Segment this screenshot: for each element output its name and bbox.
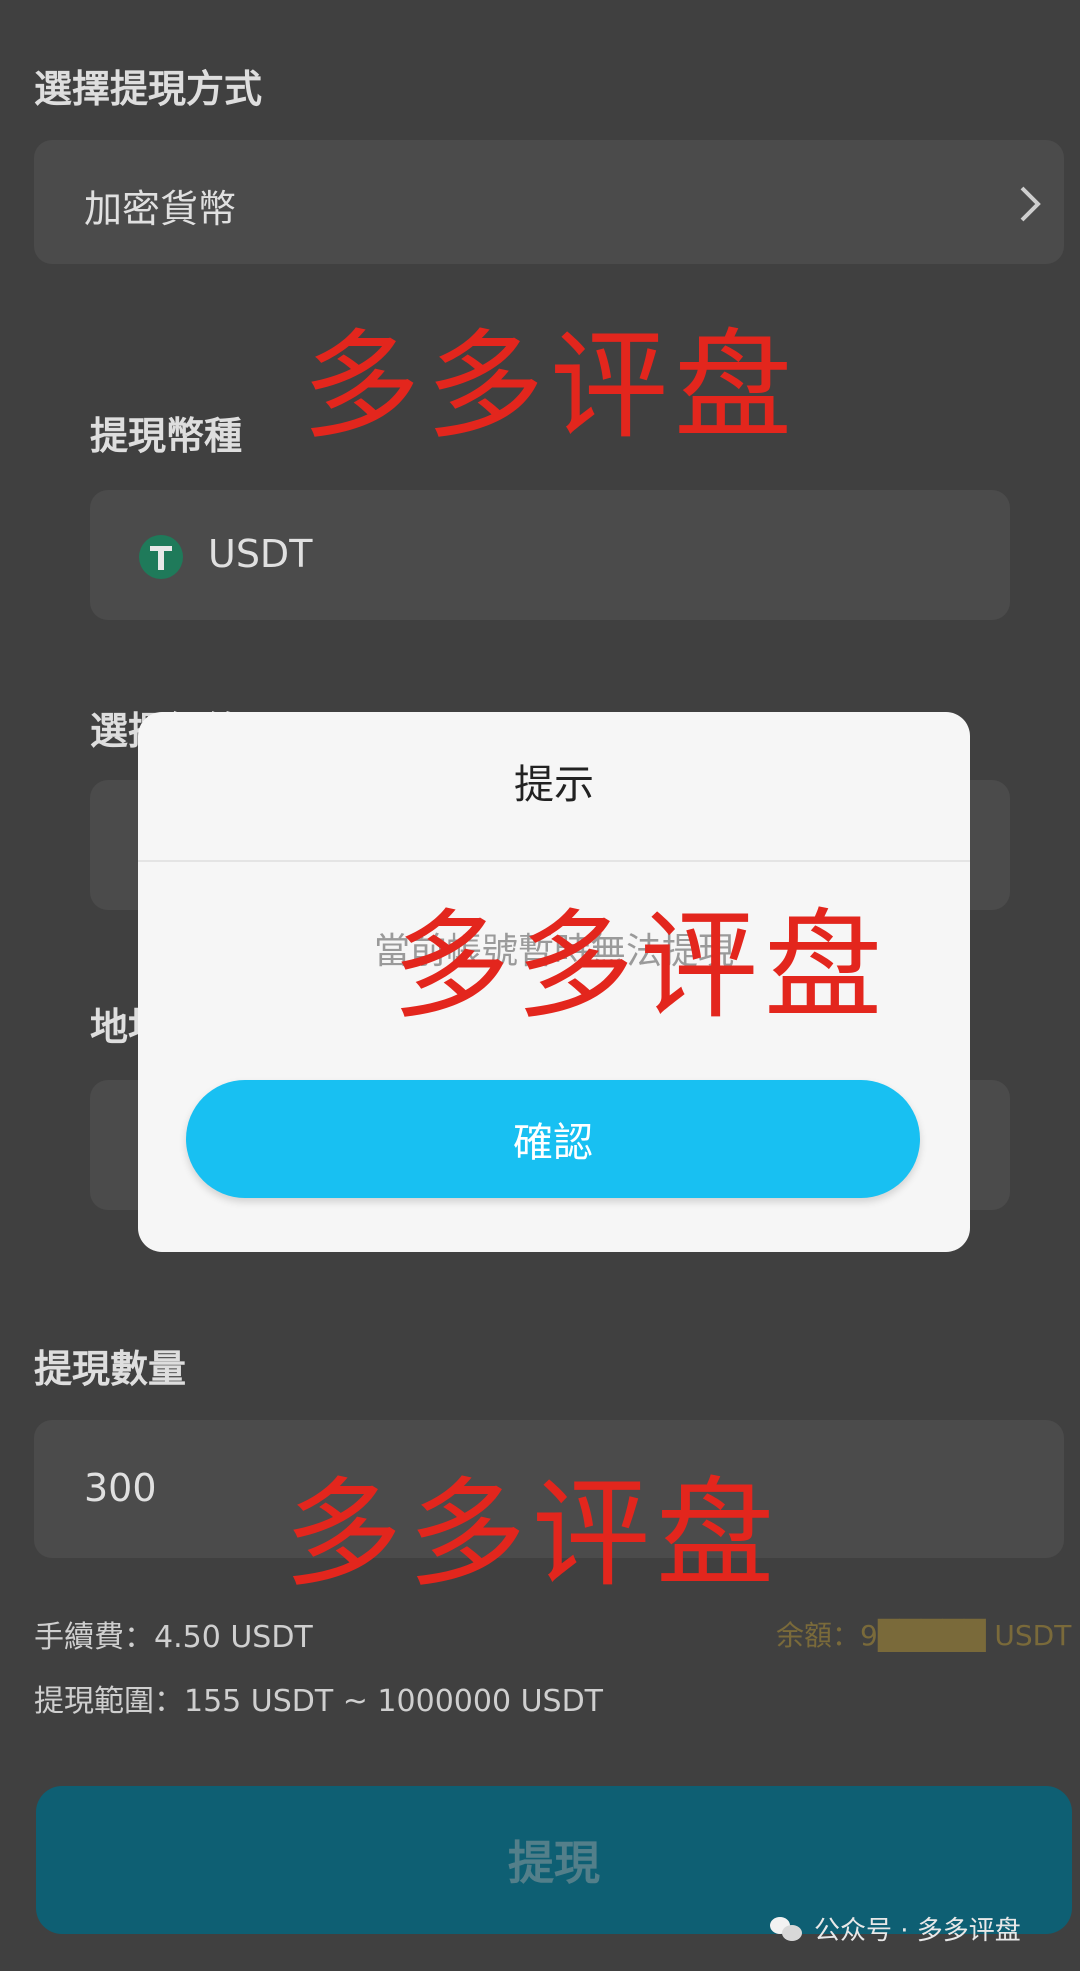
confirm-button[interactable]: 確認 xyxy=(186,1080,920,1198)
dialog-title: 提示 xyxy=(514,762,594,808)
currency-select[interactable]: USDT xyxy=(90,490,1010,620)
footer-brand-text: 公众号 · 多多评盘 xyxy=(814,1916,1021,1946)
usdt-icon xyxy=(139,535,183,579)
wechat-icon xyxy=(770,1915,804,1943)
amount-title: 提現數量 xyxy=(34,1347,187,1391)
balance-text: 余額：9█████ USDT xyxy=(776,1619,1072,1652)
currency-title: 提現幣種 xyxy=(90,414,243,458)
confirm-button-label: 確認 xyxy=(513,1120,593,1166)
watermark-text: 多多评盘 xyxy=(392,897,889,1035)
withdraw-button-label: 提現 xyxy=(508,1836,600,1890)
watermark-text: 多多评盘 xyxy=(302,317,799,455)
method-select[interactable]: 加密貨幣 xyxy=(34,140,1064,264)
chevron-right-icon xyxy=(1020,186,1041,222)
watermark-text: 多多评盘 xyxy=(284,1465,781,1603)
currency-value: USDT xyxy=(208,532,313,576)
amount-value: 300 xyxy=(84,1466,157,1510)
footer-brand: 公众号 · 多多评盘 xyxy=(770,1910,1021,1947)
range-text: 提現範圍：155 USDT ~ 1000000 USDT xyxy=(34,1684,604,1719)
dialog-divider xyxy=(138,860,970,862)
method-value: 加密貨幣 xyxy=(84,187,237,231)
method-title: 選擇提現方式 xyxy=(34,67,263,111)
fee-text: 手續費：4.50 USDT xyxy=(34,1620,313,1655)
